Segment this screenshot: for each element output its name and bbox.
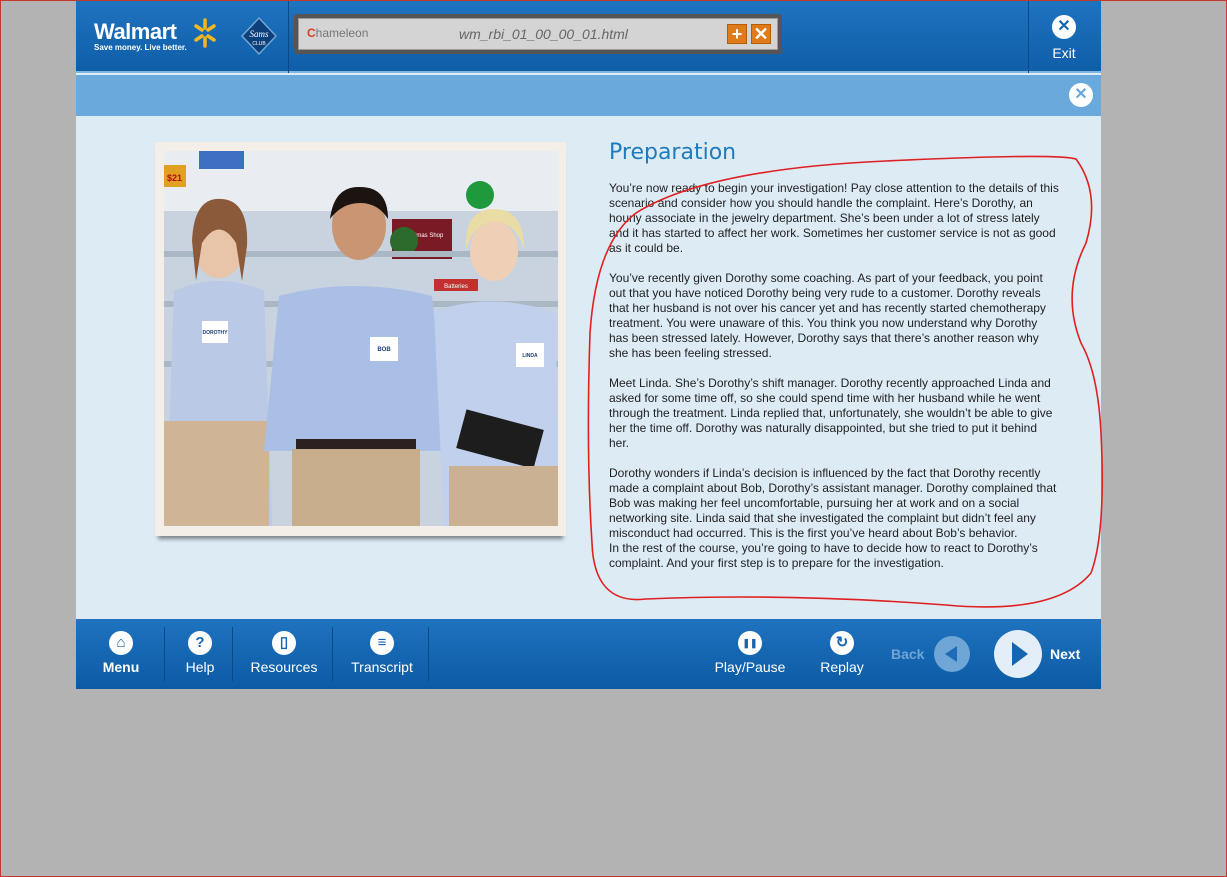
help-label: Help [185, 659, 215, 675]
resources-label: Resources [250, 659, 318, 675]
url-bar-inner: Chameleon wm_rbi_01_00_00_01.html + ✕ [298, 18, 778, 50]
nav-divider [332, 627, 333, 681]
back-button[interactable] [934, 636, 970, 672]
replay-label: Replay [820, 659, 864, 675]
back-label: Back [891, 646, 925, 662]
play-pause-button[interactable]: ❚❚ Play/Pause [714, 631, 786, 675]
resources-button[interactable]: ▯ Resources [248, 631, 320, 675]
red-annotation-loop [587, 155, 1104, 608]
transcript-button[interactable]: ≡ Transcript [350, 631, 414, 675]
nav-divider [232, 627, 233, 681]
arrow-left-icon [945, 646, 957, 662]
badge-bob: BOB [377, 347, 391, 353]
replay-button[interactable]: ↻ Replay [816, 631, 868, 675]
menu-label: Menu [102, 659, 140, 675]
walmart-logo: Walmart Save money. Live better. [94, 19, 187, 52]
help-button[interactable]: ? Help [176, 631, 224, 675]
arrow-right-icon [1012, 642, 1028, 666]
bob-figure [264, 286, 449, 451]
header-divider [288, 1, 289, 73]
document-icon: ▯ [272, 631, 296, 655]
brand-name: Walmart [94, 19, 177, 44]
price-tag: $21 [167, 173, 182, 183]
question-icon: ? [188, 631, 212, 655]
close-panel-button[interactable]: ✕ [1069, 83, 1093, 107]
replay-icon: ↻ [830, 631, 854, 655]
exit-button[interactable]: ✕ Exit [1044, 15, 1084, 61]
close-circle-icon: ✕ [1069, 83, 1093, 107]
exit-label: Exit [1052, 45, 1076, 61]
browser-brand-initial: C [307, 26, 316, 40]
badge-dorothy: DOROTHY [203, 330, 229, 336]
nav-divider [428, 627, 429, 681]
badge-linda: LINDA [522, 353, 538, 359]
play-pause-label: Play/Pause [714, 659, 786, 675]
batteries-sign: Batteries [444, 284, 468, 290]
pause-icon: ❚❚ [738, 631, 762, 655]
browser-brand-text: hameleon [315, 26, 369, 40]
next-label[interactable]: Next [1050, 646, 1080, 662]
course-player: Walmart Save money. Live better. Sams CL… [76, 1, 1104, 689]
browser-brand: Chameleon [307, 26, 368, 40]
header-divider [1028, 1, 1029, 73]
close-tab-button[interactable]: ✕ [751, 24, 771, 44]
sub-toolbar: ✕ [76, 75, 1101, 116]
next-button[interactable] [994, 630, 1042, 678]
nav-divider [164, 627, 165, 681]
footer-nav-bar: ⌂ Menu ? Help ▯ Resources ≡ Transcript ❚… [76, 619, 1101, 689]
sams-club-logo: Sams CLUB [240, 16, 278, 56]
sams-sub: CLUB [252, 41, 266, 47]
header-bar: Walmart Save money. Live better. Sams CL… [76, 1, 1101, 73]
close-circle-icon: ✕ [1052, 15, 1076, 39]
browser-url-bar: Chameleon wm_rbi_01_00_00_01.html + ✕ [294, 14, 782, 54]
photo-frame: $21 Christmas Shop Batteries DOROTHY BOB… [155, 142, 566, 536]
characters-illustration: $21 Christmas Shop Batteries DOROTHY BOB… [164, 151, 558, 526]
url-file-name: wm_rbi_01_00_00_01.html [459, 26, 628, 42]
scenario-photo: $21 Christmas Shop Batteries DOROTHY BOB… [164, 151, 558, 526]
walmart-spark-icon [194, 18, 216, 48]
transcript-label: Transcript [351, 659, 413, 675]
list-icon: ≡ [370, 631, 394, 655]
brand-tagline: Save money. Live better. [94, 43, 187, 52]
sams-label: Sams [249, 29, 268, 39]
menu-button[interactable]: ⌂ Menu [96, 631, 146, 675]
add-button[interactable]: + [727, 24, 747, 44]
home-icon: ⌂ [109, 631, 133, 655]
